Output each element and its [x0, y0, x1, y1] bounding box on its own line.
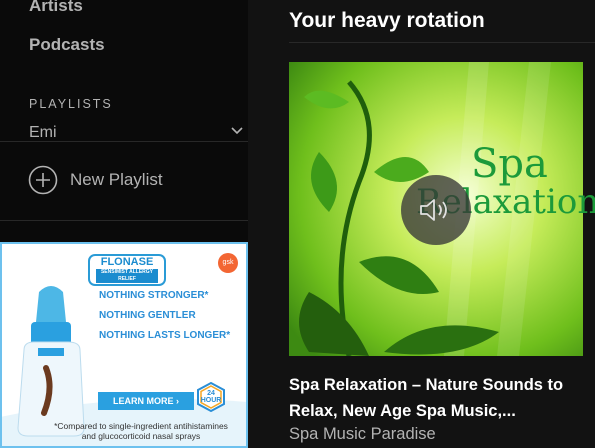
ad-claims: NOTHING STRONGER* NOTHING GENTLER NOTHIN…: [99, 290, 230, 350]
ad-brand-logo: FLONASE SENSIMIST ALLERGY RELIEF: [88, 254, 166, 286]
sidebar: Artists Podcasts PLAYLISTS Emi New Playl…: [0, 0, 248, 448]
new-playlist-label: New Playlist: [70, 170, 163, 189]
nav-artists[interactable]: Artists: [29, 0, 83, 16]
divider: [289, 42, 595, 43]
ad-claim: NOTHING STRONGER*: [99, 290, 209, 301]
cover-text: Spa: [471, 141, 548, 187]
ad-claim: NOTHING LASTS LONGER*: [99, 330, 231, 341]
nav-podcasts[interactable]: Podcasts: [29, 35, 105, 55]
speaker-icon: [420, 199, 447, 221]
ad-footnote: *Compared to single-ingredient antihista…: [54, 421, 228, 441]
playlist-item[interactable]: Emi: [29, 124, 57, 142]
ad-brand-name: FLONASE: [100, 256, 154, 268]
ad-learn-more-button[interactable]: LEARN MORE ›: [98, 392, 194, 410]
chevron-down-icon[interactable]: [230, 124, 244, 138]
plus-circle-icon: [28, 165, 58, 195]
ad-brand-sub: SENSIMIST ALLERGY RELIEF: [96, 269, 158, 283]
album-title[interactable]: Spa Relaxation – Nature Sounds to Relax,…: [289, 372, 589, 424]
ad-claim: NOTHING GENTLER: [99, 310, 196, 321]
new-playlist-button[interactable]: New Playlist: [28, 165, 163, 195]
album-artist[interactable]: Spa Music Paradise: [289, 425, 436, 444]
badge-label: 24 HOUR: [200, 390, 222, 404]
play-overlay-button[interactable]: [401, 175, 471, 245]
nasal-spray-bottle-icon: [17, 286, 85, 437]
24-hour-badge: 24 HOUR: [196, 382, 226, 412]
gsk-logo: gsk: [218, 253, 238, 273]
section-title: Your heavy rotation: [289, 9, 485, 32]
divider: [0, 220, 248, 221]
divider: [0, 141, 248, 142]
playlists-heading: PLAYLISTS: [29, 97, 113, 111]
ad-banner[interactable]: FLONASE SENSIMIST ALLERGY RELIEF gsk NOT…: [0, 242, 248, 448]
ad-learn-more-label: LEARN MORE: [113, 396, 174, 406]
